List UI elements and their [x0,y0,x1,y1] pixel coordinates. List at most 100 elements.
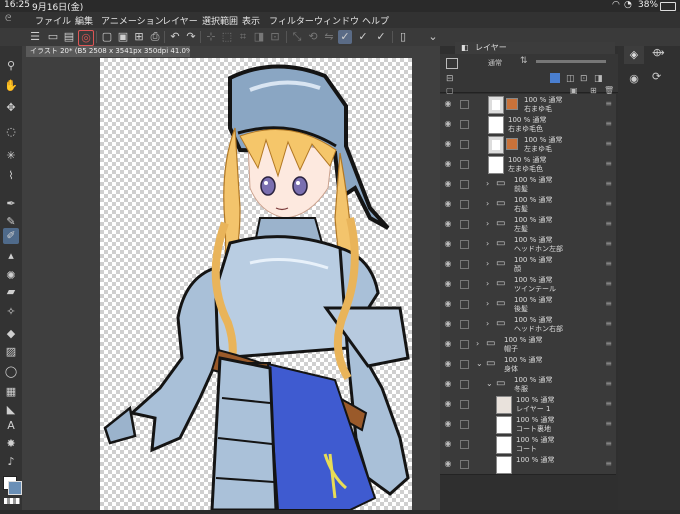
undo-icon[interactable]: ↶ [168,30,182,44]
eyedropper-icon[interactable]: ⌇ [3,168,19,184]
fill-bucket-icon[interactable]: ◆ [3,326,19,342]
app-logo-icon[interactable]: ᘓ [5,14,11,24]
chevron-right-icon[interactable]: › [486,319,489,328]
layer-color-icon[interactable] [550,73,560,83]
snap-perspective-icon[interactable]: ✓ [356,30,370,44]
layer-menu-icon[interactable]: ≡ [605,359,612,368]
snap-ruler-icon[interactable]: ✓ [338,30,352,44]
lasso-tool-icon[interactable]: ◌ [3,124,19,140]
layer-menu-icon[interactable]: ≡ [605,379,612,388]
frame-tool-icon[interactable]: ▦ [3,384,19,400]
layer-row[interactable]: ◉ ⌄ ▭ 100 % 通常 身体 ≡ [440,354,616,375]
layer-row[interactable]: ◉ 100 % 通常 コート ≡ [440,434,616,455]
layer-row[interactable]: ◉ 100 % 通常 左まゆ毛色 ≡ [440,154,616,175]
save-icon[interactable]: ▤ [62,30,76,44]
canvas-paper[interactable] [100,58,412,512]
layer-menu-icon[interactable]: ≡ [605,179,612,188]
visibility-eye-icon[interactable]: ◉ [443,399,453,409]
transform-icon[interactable]: ⊹ [204,30,218,44]
visibility-eye-icon[interactable]: ◉ [443,419,453,429]
brush-tool-icon[interactable]: ✐ [3,228,19,244]
layer-select-checkbox[interactable] [460,340,469,349]
layer-row[interactable]: ◉ ⌄ ▭ 100 % 通常 冬服 ≡ [440,374,616,395]
sync-icon[interactable]: ⟳ [652,70,661,83]
snap-grid-icon[interactable]: ✓ [374,30,388,44]
magic-wand-icon[interactable]: ✳ [3,148,19,164]
hand-tool-icon[interactable]: ✋ [3,78,19,94]
move-tool-icon[interactable]: ✥ [3,100,19,116]
layer-select-checkbox[interactable] [460,360,469,369]
layer-menu-icon[interactable]: ≡ [605,119,612,128]
visibility-eye-icon[interactable]: ◉ [443,219,453,229]
visibility-eye-icon[interactable]: ◉ [443,339,453,349]
layer-row[interactable]: ◉ 100 % 通常 ≡ [440,454,616,475]
layer-menu-icon[interactable]: ≡ [605,239,612,248]
device-settings-icon[interactable]: ▯ [396,30,410,44]
mask-icon[interactable]: ⊡ [580,74,588,84]
layer-select-checkbox[interactable] [460,400,469,409]
visibility-eye-icon[interactable]: ◉ [443,199,453,209]
visibility-eye-icon[interactable]: ◉ [443,299,453,309]
layer-menu-icon[interactable]: ≡ [605,399,612,408]
main-color-swatch[interactable] [8,481,22,495]
layer-row[interactable]: ◉ 100 % 通常 右まゆ毛 ≡ [440,94,616,115]
layer-select-checkbox[interactable] [460,280,469,289]
layer-menu-icon[interactable]: ≡ [605,279,612,288]
visibility-eye-icon[interactable]: ◉ [443,139,453,149]
redo-icon[interactable]: ↷ [184,30,198,44]
layer-row[interactable]: ◉ › ▭ 100 % 通常 帽子 ≡ [440,334,616,355]
stamp-icon[interactable]: ⊞ [132,30,146,44]
menu-edit[interactable]: 編集 [75,14,93,27]
layer-row[interactable]: ◉ 100 % 通常 右まゆ毛色 ≡ [440,114,616,135]
visibility-eye-icon[interactable]: ◉ [443,319,453,329]
document-tab[interactable]: イラスト 20* (B5 2508 x 3541px 350dpi 41.0%) [26,46,190,57]
layer-row[interactable]: ◉ 100 % 通常 レイヤー 1 ≡ [440,394,616,415]
visibility-eye-icon[interactable]: ◉ [443,379,453,389]
pen-tool-icon[interactable]: ✒ [3,196,19,212]
zoom-tool-icon[interactable]: ⚲ [3,58,19,74]
figure-tool-icon[interactable]: ◯ [3,364,19,380]
flip-icon[interactable]: ⇋ [322,30,336,44]
visibility-eye-icon[interactable]: ◉ [443,179,453,189]
layer-select-checkbox[interactable] [460,180,469,189]
layer-row[interactable]: ◉ › ▭ 100 % 通常 右髪 ≡ [440,194,616,215]
visibility-eye-icon[interactable]: ◉ [443,459,453,469]
chevron-right-icon[interactable]: › [486,239,489,248]
visibility-eye-icon[interactable]: ◉ [443,259,453,269]
clear-icon[interactable]: ▢ [100,30,114,44]
layer-menu-icon[interactable]: ≡ [605,139,612,148]
chevron-down-icon[interactable]: ⌄ [476,359,483,368]
layer-menu-icon[interactable]: ≡ [605,159,612,168]
transparent-color-swatch[interactable] [4,498,20,504]
menu-filter[interactable]: フィルター [269,14,314,27]
gradient-tool-icon[interactable]: ▨ [3,344,19,360]
clipping-icon[interactable]: ◨ [594,74,603,84]
layer-row[interactable]: ◉ › ▭ 100 % 通常顔 ≡ [440,254,616,275]
record-icon[interactable]: ◎ [78,30,94,46]
layer-select-checkbox[interactable] [460,300,469,309]
ruler-tool-icon[interactable]: ◣ [3,402,19,418]
invert-selection-icon[interactable]: ◨ [252,30,266,44]
layer-search-icon[interactable]: ◉ [624,70,644,88]
add-material-icon[interactable]: ⟴ [652,46,665,59]
new-canvas-icon[interactable]: ▭ [46,30,60,44]
visibility-eye-icon[interactable]: ◉ [443,119,453,129]
visibility-eye-icon[interactable]: ◉ [443,159,453,169]
menu-file[interactable]: ファイル [35,14,71,27]
menu-layer[interactable]: レイヤー [162,14,198,27]
chevron-down-icon[interactable]: ⌄ [486,379,493,388]
blend-mode-select[interactable]: 通常 [488,58,502,68]
correction-tool-icon[interactable]: ♪ [3,454,19,470]
layer-menu-icon[interactable]: ≡ [605,419,612,428]
layer-select-checkbox[interactable] [460,200,469,209]
layer-select-checkbox[interactable] [460,260,469,269]
layer-row[interactable]: ◉ › ▭ 100 % 通常 ヘッドホン左部 ≡ [440,234,616,255]
chevron-right-icon[interactable]: › [476,339,479,348]
expand-selection-icon[interactable]: ⊡ [268,30,282,44]
layer-select-checkbox[interactable] [460,240,469,249]
scale-icon[interactable]: ⤡ [290,30,304,44]
visibility-eye-icon[interactable]: ◉ [443,279,453,289]
layer-menu-icon[interactable]: ≡ [605,299,612,308]
chevron-right-icon[interactable]: › [486,279,489,288]
crop-icon[interactable]: ⌗ [236,30,250,44]
